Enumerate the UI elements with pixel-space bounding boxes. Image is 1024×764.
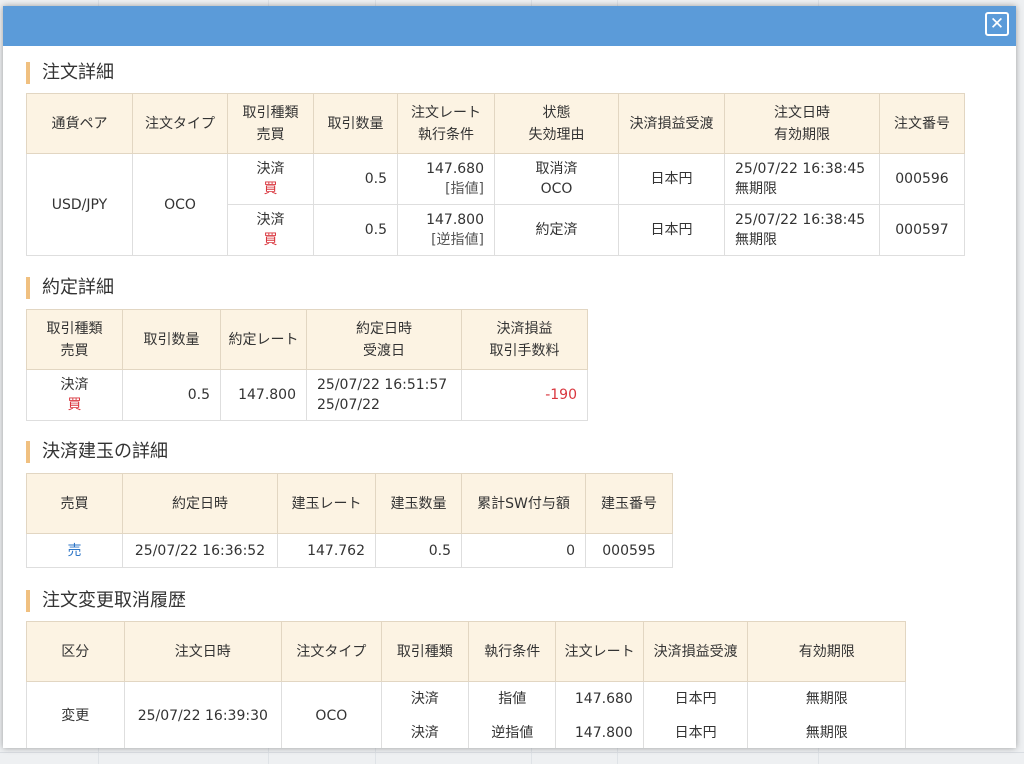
header-order-type: 注文タイプ — [132, 93, 228, 154]
state-cell: 約定済 — [494, 204, 619, 256]
kind-cell: 決済 決済 — [380, 681, 470, 748]
order-type-cell: OCO — [132, 153, 228, 256]
order-detail-dialog: ✕ 注文詳細 通貨ペア 注文タイプ 取引種類 売買 取引数量 注文レート 執行条件 … — [3, 6, 1016, 748]
side-cell: 売 — [26, 533, 123, 568]
close-icon[interactable]: ✕ — [985, 12, 1009, 36]
header-kind: 取引種類 — [380, 621, 470, 682]
header-order-type: 注文タイプ — [281, 621, 382, 682]
header-position-rate: 建玉レート — [277, 473, 376, 534]
exec-rate-cell: 147.800 — [220, 369, 307, 421]
table-header-row: 区分 注文日時 注文タイプ 取引種類 執行条件 注文レート 決済損益受渡 有効期… — [26, 621, 906, 682]
settle-cell: 日本円 日本円 — [642, 681, 749, 748]
table-header-row: 通貨ペア 注文タイプ 取引種類 売買 取引数量 注文レート 執行条件 状態 失効理由 … — [26, 93, 965, 154]
datetime-cell: 25/07/22 16:38:45 無期限 — [724, 204, 880, 256]
pair-cell: USD/JPY — [26, 153, 133, 256]
rate-cell: 147.800 [逆指値] — [397, 204, 495, 256]
position-detail-table: 売買 約定日時 建玉レート 建玉数量 累計SW付与額 建玉番号 売 25/07/… — [26, 473, 673, 568]
pnl-cell: -190 — [461, 369, 588, 421]
kind-side-cell: 決済買 — [227, 153, 314, 205]
settle-cell: 日本円 — [618, 153, 725, 205]
header-qty: 取引数量 — [313, 93, 398, 154]
header-exec-datetime: 約定日時 受渡日 — [306, 309, 462, 370]
category-cell: 変更 — [26, 681, 125, 748]
background-divider — [0, 752, 1024, 753]
dialog-header-bar: ✕ — [3, 6, 1016, 46]
section-title-position-detail: 決済建玉の詳細 — [26, 441, 168, 463]
exec-datetime-cell: 25/07/22 16:51:57 25/07/22 — [306, 369, 462, 421]
header-exec-datetime: 約定日時 — [122, 473, 278, 534]
header-cond: 執行条件 — [468, 621, 557, 682]
header-side: 売買 — [26, 473, 123, 534]
expiry-cell: 無期限 無期限 — [747, 681, 906, 748]
table-row: USD/JPY OCO 決済買 0.5 147.680 [指値] 取消済 OCO 日… — [26, 153, 965, 256]
header-datetime-expiry: 注文日時 有効期限 — [724, 93, 880, 154]
section-title-execution-detail: 約定詳細 — [26, 277, 114, 299]
header-settle: 決済損益受渡 — [618, 93, 725, 154]
qty-cell: 0.5 — [313, 153, 398, 205]
header-exec-rate: 約定レート — [220, 309, 307, 370]
order-no-cell: 000597 — [879, 204, 965, 256]
order-no-cell: 000596 — [879, 153, 965, 205]
header-order-datetime: 注文日時 — [123, 621, 283, 682]
header-position-no: 建玉番号 — [585, 473, 673, 534]
position-no-cell: 000595 — [585, 533, 673, 568]
history-table: 区分 注文日時 注文タイプ 取引種類 執行条件 注文レート 決済損益受渡 有効期… — [26, 621, 906, 748]
kind-side-cell: 決済買 — [227, 204, 314, 256]
swap-cell: 0 — [461, 533, 586, 568]
section-title-order-detail: 注文詳細 — [26, 62, 114, 84]
table-row: 変更 25/07/22 16:39:30 OCO 決済 決済 指値 逆指値 147.… — [26, 681, 906, 748]
order-detail-table: 通貨ペア 注文タイプ 取引種類 売買 取引数量 注文レート 執行条件 状態 失効理由 … — [26, 93, 965, 256]
header-swap-total: 累計SW付与額 — [461, 473, 586, 534]
table-row: 決済買 0.5 147.800 25/07/22 16:51:57 25/07/2… — [26, 369, 588, 421]
kind-side-cell: 決済買 — [26, 369, 123, 421]
rate-cell: 147.680 [指値] — [397, 153, 495, 205]
header-rate-cond: 注文レート 執行条件 — [397, 93, 495, 154]
header-state-reason: 状態 失効理由 — [494, 93, 619, 154]
qty-cell: 0.5 — [122, 369, 221, 421]
header-qty: 取引数量 — [122, 309, 221, 370]
header-kind-side: 取引種類 売買 — [26, 309, 123, 370]
header-kind-side: 取引種類 売買 — [227, 93, 314, 154]
header-pair: 通貨ペア — [26, 93, 133, 154]
section-title-history: 注文変更取消履歴 — [26, 590, 186, 612]
header-position-qty: 建玉数量 — [375, 473, 462, 534]
position-qty-cell: 0.5 — [375, 533, 462, 568]
order-datetime-cell: 25/07/22 16:39:30 — [123, 681, 283, 748]
header-expiry: 有効期限 — [747, 621, 906, 682]
table-header-row: 売買 約定日時 建玉レート 建玉数量 累計SW付与額 建玉番号 — [26, 473, 673, 534]
header-order-no: 注文番号 — [879, 93, 965, 154]
header-category: 区分 — [26, 621, 125, 682]
order-type-cell: OCO — [281, 681, 382, 748]
datetime-cell: 25/07/22 16:38:45 無期限 — [724, 153, 880, 205]
execution-detail-table: 取引種類 売買 取引数量 約定レート 約定日時 受渡日 決済損益 取引手数料 決済買 … — [26, 309, 588, 421]
exec-datetime-cell: 25/07/22 16:36:52 — [122, 533, 278, 568]
order-rate-cell: 147.680 147.800 — [555, 681, 644, 748]
header-order-rate: 注文レート — [555, 621, 644, 682]
position-rate-cell: 147.762 — [277, 533, 376, 568]
header-settle: 決済損益受渡 — [642, 621, 749, 682]
header-pnl-fee: 決済損益 取引手数料 — [461, 309, 588, 370]
table-row: 売 25/07/22 16:36:52 147.762 0.5 0 000595 — [26, 533, 673, 568]
cond-cell: 指値 逆指値 — [468, 681, 557, 748]
state-cell: 取消済 OCO — [494, 153, 619, 205]
table-header-row: 取引種類 売買 取引数量 約定レート 約定日時 受渡日 決済損益 取引手数料 — [26, 309, 588, 370]
settle-cell: 日本円 — [618, 204, 725, 256]
qty-cell: 0.5 — [313, 204, 398, 256]
